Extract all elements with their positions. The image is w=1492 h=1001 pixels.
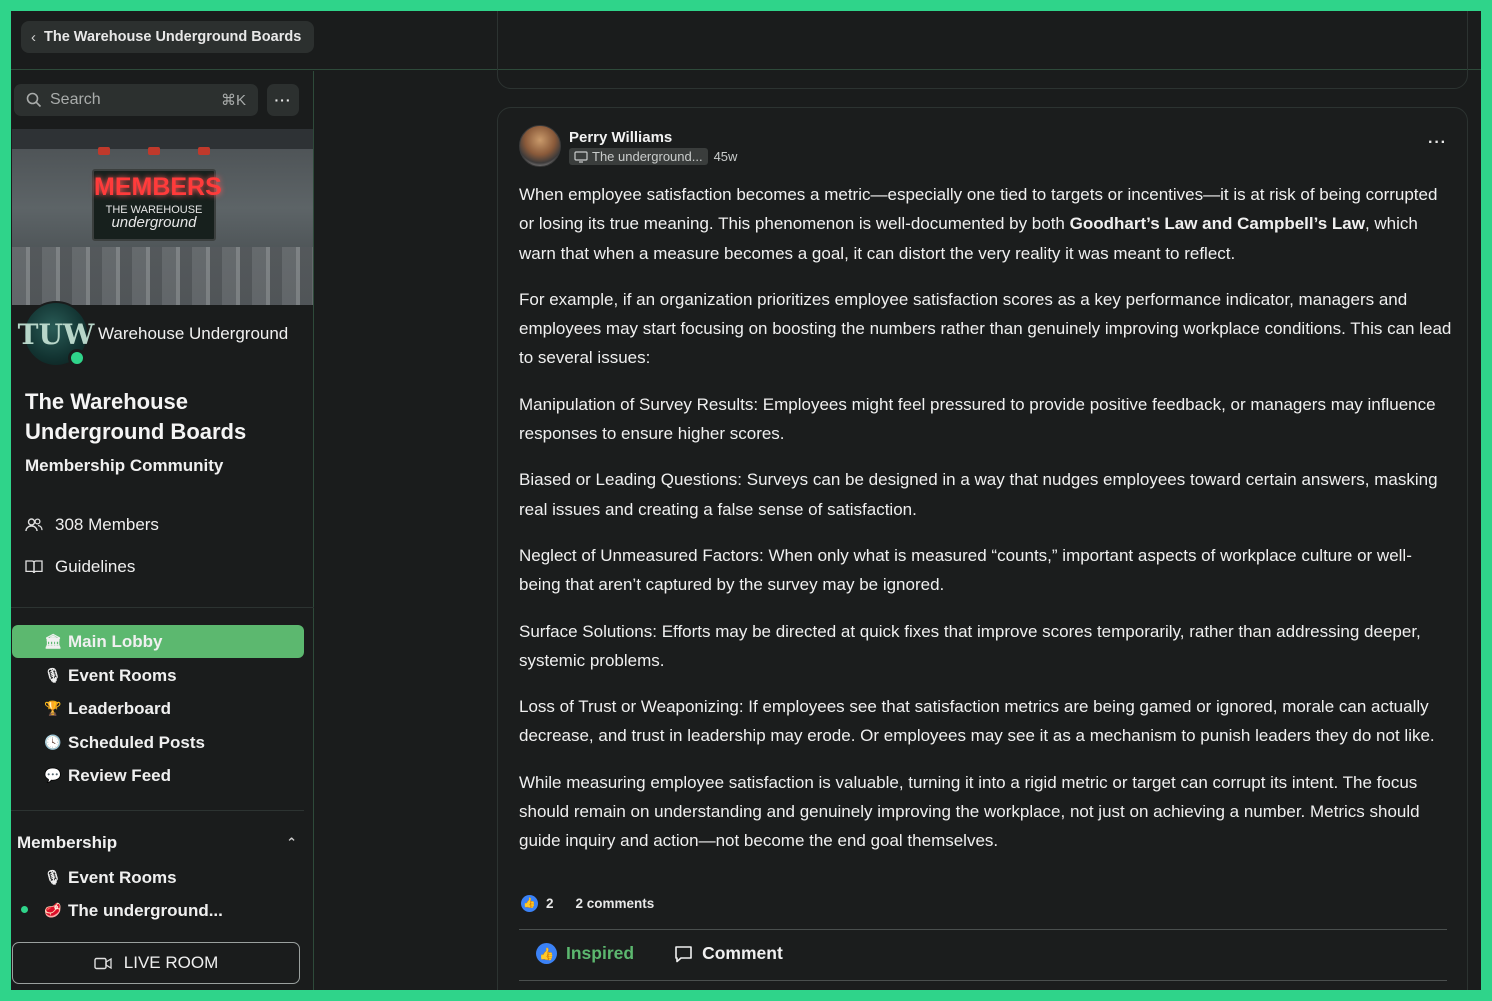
members-icon (25, 517, 43, 533)
sidebar-item-label: Leaderboard (68, 698, 171, 718)
sidebar-item-label: Scheduled Posts (68, 732, 205, 752)
sidebar-item-event-rooms[interactable]: 🎙 Event Rooms (12, 659, 304, 692)
post-paragraph: Neglect of Unmeasured Factors: When only… (519, 545, 1412, 595)
post-card: Perry Williams The underground... 45w ··… (497, 107, 1468, 990)
banner-beam (12, 129, 313, 149)
post-actions: 👍 Inspired Comment (536, 943, 783, 964)
banner-sign-line2: underground (111, 214, 197, 231)
community-title: The Warehouse Underground Boards (25, 389, 247, 444)
post-age: 45w (713, 149, 738, 164)
chevron-up-icon: ⌃ (286, 835, 297, 850)
inspired-label: Inspired (566, 943, 635, 963)
actions-divider (519, 980, 1447, 981)
post-paragraph: While measuring employee satisfaction is… (519, 772, 1420, 851)
channel-name: The underground... (592, 149, 703, 164)
sidebar-item-the-underground[interactable]: 🥩 The underground... (12, 894, 304, 927)
post-paragraph: When employee satisfaction becomes a met… (519, 180, 1453, 268)
sidebar-item-membership-event-rooms[interactable]: 🎙 Event Rooms (12, 861, 304, 894)
paragraph-bold-text: Goodhart’s Law and Campbell’s Law (1069, 214, 1365, 234)
live-room-button[interactable]: LIVE ROOM (12, 942, 300, 984)
sidebar-item-label: Review Feed (68, 765, 171, 785)
comment-label: Comment (702, 943, 783, 963)
sidebar-item-scheduled-posts[interactable]: 🕓 Scheduled Posts (12, 726, 304, 759)
online-status-dot (68, 349, 86, 367)
post-paragraph: Manipulation of Survey Results: Employee… (519, 394, 1436, 444)
post-body: When employee satisfaction becomes a met… (519, 180, 1453, 873)
sidebar-item-label: Event Rooms (68, 867, 177, 887)
thumbs-up-icon: 👍 (521, 895, 538, 912)
banner-sign-title: MEMBERS (94, 173, 222, 201)
guidelines-label: Guidelines (55, 557, 136, 576)
members-link[interactable]: 308 Members (25, 515, 159, 535)
more-icon: ··· (1428, 134, 1447, 151)
lobby-icon: 🏛 (44, 633, 62, 649)
banner-lamp (148, 147, 160, 155)
search-shortcut: ⌘K (220, 92, 246, 109)
video-camera-icon (94, 957, 112, 970)
sidebar-item-label: Main Lobby (68, 631, 163, 651)
comment-icon (674, 945, 693, 963)
sidebar: Search ⌘K ··· MEMBERS THE WAREHOUSE unde… (11, 71, 314, 990)
membership-section-toggle[interactable]: Membership ⌃ (17, 833, 297, 853)
more-icon: ··· (274, 92, 292, 108)
post-paragraph: Surface Solutions: Efforts may be direct… (519, 621, 1421, 670)
reaction-summary[interactable]: 👍 2 2 comments (521, 895, 654, 912)
microphone-icon: 🎙 (44, 869, 62, 885)
microphone-icon: 🎙 (44, 667, 62, 683)
post-paragraph: Loss of Trust or Weaponizing: If employe… (519, 697, 1435, 746)
actions-divider (519, 929, 1447, 930)
sidebar-divider (11, 810, 304, 811)
reaction-count: 2 (546, 896, 554, 911)
clock-icon: 🕓 (44, 734, 62, 750)
sidebar-divider (11, 607, 314, 608)
comments-count-link[interactable]: 2 comments (576, 896, 655, 911)
post-author[interactable]: Perry Williams (569, 129, 672, 146)
channel-chip[interactable]: The underground... (569, 148, 708, 165)
chevron-left-icon: ‹ (31, 28, 36, 46)
community-avatar-initials: TUW (17, 317, 95, 351)
members-label: 308 Members (55, 515, 159, 534)
banner-lamp (198, 147, 210, 155)
meat-icon: 🥩 (44, 902, 62, 918)
thumbs-up-icon: 👍 (536, 943, 557, 964)
comment-button[interactable]: Comment (674, 943, 783, 964)
sidebar-item-main-lobby[interactable]: 🏛 Main Lobby (12, 625, 304, 658)
search-icon (26, 92, 42, 108)
community-subtitle: Membership Community (25, 456, 224, 475)
speech-bubble-icon: 💬 (44, 767, 62, 783)
inspired-button[interactable]: 👍 Inspired (536, 943, 634, 964)
community-name: Warehouse Underground (98, 324, 289, 343)
membership-section-title: Membership (17, 833, 118, 852)
sidebar-item-label: The underground... (68, 900, 223, 920)
search-input[interactable]: Search ⌘K (14, 84, 258, 116)
banner-sign: MEMBERS THE WAREHOUSE underground (92, 169, 222, 241)
post-paragraph: For example, if an organization prioriti… (519, 289, 1452, 368)
back-button[interactable]: ‹ The Warehouse Underground Boards (21, 21, 314, 53)
app-window: ‹ The Warehouse Underground Boards Searc… (11, 11, 1481, 990)
sidebar-more-button[interactable]: ··· (267, 84, 299, 116)
sidebar-item-label: Event Rooms (68, 665, 177, 685)
post-meta: The underground... 45w (569, 148, 737, 165)
post-options-button[interactable]: ··· (1428, 134, 1447, 152)
author-avatar[interactable] (519, 125, 561, 167)
book-icon (25, 559, 43, 575)
live-room-label: LIVE ROOM (123, 953, 219, 972)
banner-floor (12, 247, 313, 305)
monitor-icon (574, 150, 588, 163)
previous-post-card (497, 11, 1468, 89)
sidebar-item-review-feed[interactable]: 💬 Review Feed (12, 759, 304, 792)
sidebar-item-leaderboard[interactable]: 🏆 Leaderboard (12, 692, 304, 725)
banner-lamp (98, 147, 110, 155)
post-paragraph: Biased or Leading Questions: Surveys can… (519, 470, 1438, 519)
guidelines-link[interactable]: Guidelines (25, 557, 135, 577)
community-banner: MEMBERS THE WAREHOUSE underground (12, 129, 313, 305)
search-placeholder: Search (50, 91, 101, 108)
trophy-icon: 🏆 (44, 700, 62, 716)
back-button-label: The Warehouse Underground Boards (44, 29, 302, 45)
